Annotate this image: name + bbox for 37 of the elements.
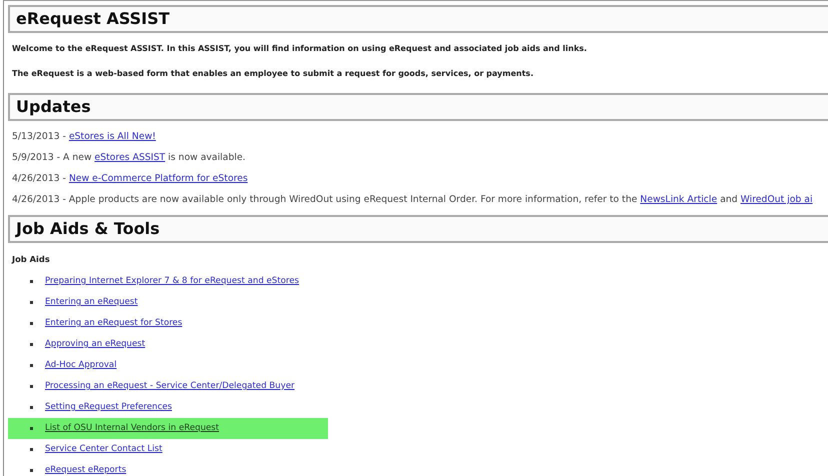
- bullet-icon: [30, 322, 33, 325]
- section-heading: Updates: [8, 93, 828, 121]
- job-aid-link[interactable]: Processing an eRequest - Service Center/Delegated Buyer: [45, 380, 295, 393]
- job-aid-link[interactable]: Entering an eRequest for Stores: [45, 317, 182, 330]
- job-aid-link[interactable]: Setting eRequest Preferences: [45, 401, 172, 414]
- bullet-icon: [30, 448, 33, 451]
- intro-paragraph: Welcome to the eRequest ASSIST. In this ASSIST, you will find information on using eRequest and associated job aids and links.: [12, 43, 588, 55]
- job-aid-link[interactable]: Preparing Internet Explorer 7 & 8 for eRequest and eStores: [45, 275, 299, 288]
- bullet-icon: [30, 364, 33, 367]
- update-link[interactable]: eStores is All New!: [68, 131, 156, 142]
- update-text: and: [719, 194, 739, 205]
- update-text: 5/13/2013 -: [12, 131, 67, 142]
- section-heading: Job Aids & Tools: [8, 215, 828, 243]
- bullet-icon: [30, 343, 33, 346]
- bullet-icon: [30, 385, 33, 388]
- job-aid-link[interactable]: Approving an eRequest: [45, 338, 146, 351]
- update-link[interactable]: NewsLink Article: [640, 194, 718, 205]
- update-text: 5/9/2013 - A new: [12, 152, 93, 163]
- bullet-icon: [30, 280, 33, 283]
- bullet-icon: [30, 406, 33, 409]
- bullet-icon: [30, 301, 33, 304]
- update-link[interactable]: New e-Commerce Platform for eStores: [68, 173, 248, 184]
- bullet-icon: [30, 427, 33, 430]
- bullet-icon: [30, 469, 33, 472]
- job-aid-link[interactable]: Entering an eRequest: [45, 296, 138, 309]
- update-text: is now available.: [167, 152, 246, 163]
- update-link[interactable]: WiredOut job ai: [740, 194, 813, 205]
- intro-paragraph: The eRequest is a web-based form that enables an employee to submit a request for goods, services, or payments.: [12, 68, 534, 80]
- job-aid-link[interactable]: List of OSU Internal Vendors in eRequest: [45, 422, 220, 435]
- subheading: Job Aids: [12, 253, 51, 265]
- update-text: 4/26/2013 -: [12, 173, 67, 184]
- job-aid-link[interactable]: Ad-Hoc Approval: [45, 359, 117, 372]
- job-aid-link[interactable]: Service Center Contact List: [45, 443, 162, 456]
- job-aid-link[interactable]: eRequest eReports: [45, 464, 126, 476]
- update-text: 4/26/2013 - Apple products are now available only through WiredOut using eRequest Internal Order. For more information, refer to the: [12, 194, 638, 205]
- section-heading: eRequest ASSIST: [8, 5, 828, 33]
- update-link[interactable]: eStores ASSIST: [94, 152, 166, 163]
